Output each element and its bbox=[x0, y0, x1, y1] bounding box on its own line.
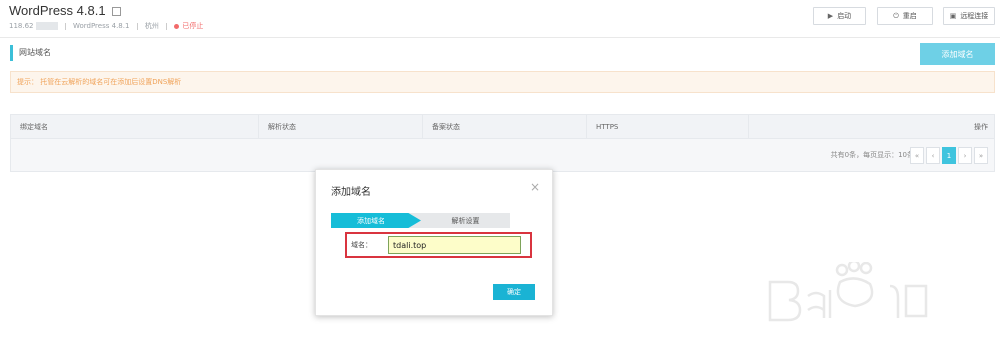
page-1-button[interactable]: 1 bbox=[942, 147, 956, 164]
edit-icon[interactable] bbox=[112, 7, 122, 16]
restart-button[interactable]: ⏻ 重启 bbox=[877, 7, 933, 25]
status-dot-icon bbox=[174, 23, 180, 29]
masked-ip bbox=[35, 22, 58, 30]
app-header: WordPress 4.8.1 118.62 WordPress 4.8.1 杭… bbox=[0, 0, 1000, 38]
domain-table: 绑定域名 解析状态 备案状态 HTTPS 操作 共有0条，每页显示：10条 « … bbox=[10, 114, 995, 172]
start-button-label: 启动 bbox=[837, 12, 852, 20]
prev-page-button[interactable]: ‹ bbox=[926, 147, 940, 164]
col-resolve-status: 解析状态 bbox=[259, 115, 423, 139]
domain-field-highlight: 域名： bbox=[345, 232, 532, 258]
section-title: 网站域名 bbox=[10, 45, 51, 61]
pagination: « ‹ 1 › » bbox=[910, 147, 988, 164]
next-page-button[interactable]: › bbox=[958, 147, 972, 164]
page: WordPress 4.8.1 118.62 WordPress 4.8.1 杭… bbox=[0, 0, 1000, 364]
domain-input[interactable] bbox=[388, 236, 521, 254]
instance-ip: 118.62 bbox=[9, 22, 34, 30]
remote-connect-button-label: 远程连接 bbox=[960, 12, 989, 20]
step-add-domain: 添加域名 bbox=[331, 213, 421, 228]
instance-version: WordPress 4.8.1 bbox=[72, 22, 130, 30]
col-domain: 绑定域名 bbox=[11, 115, 259, 139]
restart-button-label: 重启 bbox=[902, 12, 917, 20]
add-domain-dialog: 添加域名 × 添加域名 解析设置 域名： 确定 bbox=[315, 169, 553, 316]
dialog-title: 添加域名 bbox=[331, 187, 371, 198]
power-icon: ⏻ bbox=[893, 11, 899, 20]
remote-icon: ▣ bbox=[949, 12, 957, 20]
watermark-logo bbox=[768, 262, 928, 322]
total-count: 共有0条，每页显示：10条 bbox=[830, 151, 914, 159]
confirm-button[interactable]: 确定 bbox=[493, 284, 535, 300]
table-header: 绑定域名 解析状态 备案状态 HTTPS 操作 bbox=[11, 115, 994, 139]
instance-meta: 118.62 WordPress 4.8.1 杭州 已停止 bbox=[9, 21, 203, 31]
wizard-steps: 添加域名 解析设置 bbox=[331, 213, 510, 228]
col-https: HTTPS bbox=[587, 115, 749, 139]
table-footer: 共有0条，每页显示：10条 « ‹ 1 › » bbox=[11, 139, 994, 171]
domain-field-label: 域名： bbox=[351, 241, 372, 249]
col-icp-status: 备案状态 bbox=[423, 115, 587, 139]
remote-connect-button[interactable]: ▣ 远程连接 bbox=[943, 7, 995, 25]
app-title: WordPress 4.8.1 bbox=[9, 3, 122, 18]
play-icon: ▶ bbox=[827, 12, 834, 20]
start-button[interactable]: ▶ 启动 bbox=[813, 7, 866, 25]
step-dns-settings: 解析设置 bbox=[451, 216, 480, 225]
instance-status: 已停止 bbox=[182, 22, 204, 30]
close-icon[interactable]: × bbox=[530, 180, 540, 194]
app-title-text: WordPress 4.8.1 bbox=[9, 3, 106, 18]
instance-zone: 杭州 bbox=[144, 22, 159, 30]
add-domain-button[interactable]: 添加域名 bbox=[920, 43, 995, 65]
first-page-button[interactable]: « bbox=[910, 147, 924, 164]
last-page-button[interactable]: » bbox=[974, 147, 988, 164]
dns-tip: 提示： 托管在云解析的域名可在添加后设置DNS解析 bbox=[10, 71, 995, 93]
col-actions: 操作 bbox=[974, 123, 988, 131]
